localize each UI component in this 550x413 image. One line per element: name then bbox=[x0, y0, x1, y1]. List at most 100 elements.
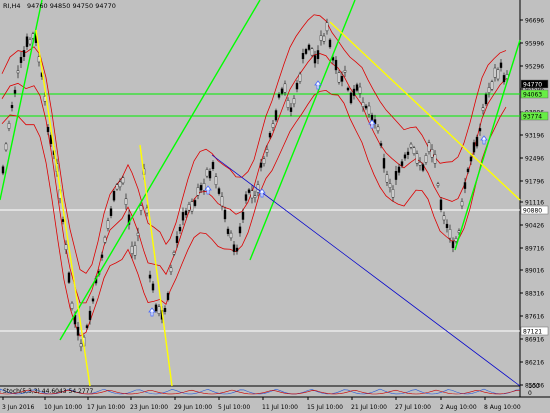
candle-body bbox=[109, 208, 113, 216]
price-badge-label: 90880 bbox=[523, 208, 542, 215]
candle-body bbox=[118, 181, 122, 188]
candle-body bbox=[409, 143, 413, 148]
candle-body bbox=[79, 343, 83, 348]
candle-body bbox=[337, 72, 341, 83]
candle-body bbox=[271, 123, 275, 128]
symbol-timeframe: RI,H4 bbox=[3, 2, 21, 10]
candle-body bbox=[211, 162, 215, 170]
candle-body bbox=[193, 200, 197, 206]
time-tick-label: 21 Jul 10:00 bbox=[351, 404, 387, 411]
candle-body bbox=[460, 201, 464, 207]
candle-body bbox=[61, 219, 65, 222]
price-tick-label: 86916 bbox=[525, 337, 544, 344]
candle-body bbox=[415, 153, 419, 164]
time-tick-label: 2 Aug 10:00 bbox=[440, 404, 477, 411]
candle-body bbox=[283, 83, 287, 93]
candle-body bbox=[172, 251, 176, 255]
candle-body bbox=[364, 105, 368, 109]
candle-body bbox=[436, 183, 440, 187]
candle-body bbox=[154, 304, 158, 312]
time-tick-label: 5 Jul 10:00 bbox=[218, 404, 250, 411]
time-tick-label: 17 Jun 10:00 bbox=[87, 404, 125, 411]
candle-body bbox=[310, 48, 314, 56]
time-tick-label: 15 Jul 10:00 bbox=[307, 404, 343, 411]
candle-body bbox=[295, 82, 299, 90]
candle-body bbox=[199, 185, 203, 191]
candle-body bbox=[466, 168, 470, 173]
candle-body bbox=[157, 306, 161, 315]
candle-body bbox=[352, 88, 356, 96]
candle-body bbox=[382, 158, 386, 169]
price-badge-label: 93774 bbox=[523, 114, 542, 121]
candle-body bbox=[4, 143, 8, 151]
candle-body bbox=[64, 244, 68, 250]
candle-body bbox=[115, 184, 119, 190]
candle-body bbox=[85, 325, 89, 329]
candle-body bbox=[181, 212, 185, 221]
candle-body bbox=[274, 110, 278, 121]
candle-body bbox=[292, 98, 296, 105]
price-tick-label: 95296 bbox=[525, 64, 544, 71]
price-badge-label: 87121 bbox=[523, 329, 542, 336]
price-tick-label: 86216 bbox=[525, 360, 544, 367]
candle-body bbox=[307, 44, 311, 50]
candle-body bbox=[226, 228, 230, 234]
candle-body bbox=[208, 170, 212, 179]
time-tick-label: 11 Jul 10:00 bbox=[262, 404, 298, 411]
candle-body bbox=[433, 154, 437, 164]
candle-body bbox=[163, 308, 167, 312]
indicator-tick-label: 0 bbox=[528, 390, 532, 397]
candle-body bbox=[430, 149, 434, 158]
candle-body bbox=[280, 88, 284, 94]
candle-body bbox=[169, 267, 173, 273]
candle-body bbox=[187, 204, 191, 211]
candle-body bbox=[1, 166, 5, 174]
candle-body bbox=[388, 183, 392, 188]
candle-body bbox=[361, 102, 365, 107]
candle-body bbox=[217, 188, 221, 194]
time-axis-ticks: 3 Jun 2016 10 Jun 10:00 17 Jun 10:00 23 Jun… bbox=[2, 397, 521, 411]
candle-body bbox=[175, 236, 179, 243]
candle-body bbox=[277, 94, 281, 98]
candle-body bbox=[304, 49, 308, 54]
candle-body bbox=[349, 92, 353, 104]
candle-body bbox=[148, 274, 152, 279]
candle-body bbox=[424, 155, 428, 163]
price-tick-label: 89716 bbox=[525, 246, 544, 253]
candle-body bbox=[325, 22, 329, 32]
candle-body bbox=[13, 89, 17, 94]
candle-body bbox=[46, 127, 50, 133]
candle-body bbox=[448, 229, 452, 239]
candle-body bbox=[67, 272, 71, 283]
candle-body bbox=[481, 107, 485, 111]
candle-body bbox=[469, 156, 473, 162]
candle-body bbox=[487, 87, 491, 93]
candle-body bbox=[121, 177, 125, 184]
indicator-axis-ticks: 1000 bbox=[528, 383, 540, 397]
price-tick-label: 95996 bbox=[525, 41, 544, 48]
candle-body bbox=[334, 59, 338, 71]
candle-body bbox=[496, 69, 500, 80]
candle-body bbox=[214, 176, 218, 185]
candle-body bbox=[196, 187, 200, 196]
candle-body bbox=[136, 232, 140, 236]
candle-body bbox=[202, 183, 206, 191]
candle-body bbox=[397, 166, 401, 173]
candle-body bbox=[241, 212, 245, 220]
candle-body bbox=[205, 169, 209, 177]
candle-body bbox=[232, 244, 236, 252]
chart-window[interactable]: RI,H4 94760 94850 94750 94770 Stoch(5,3,… bbox=[0, 0, 550, 413]
candle-body bbox=[10, 105, 14, 109]
candle-body bbox=[106, 220, 110, 229]
time-tick-label: 10 Jun 10:00 bbox=[44, 404, 82, 411]
candle-body bbox=[286, 100, 290, 108]
candle-body bbox=[502, 75, 506, 83]
candle-body bbox=[229, 232, 233, 239]
candle-body bbox=[103, 236, 107, 243]
candle-body bbox=[493, 67, 497, 78]
candle-body bbox=[412, 147, 416, 155]
candle-body bbox=[253, 195, 257, 198]
candle-body bbox=[418, 162, 422, 166]
candle-body bbox=[178, 226, 182, 232]
price-chart[interactable]: RI,H4 94760 94850 94750 94770 Stoch(5,3,… bbox=[0, 0, 550, 413]
